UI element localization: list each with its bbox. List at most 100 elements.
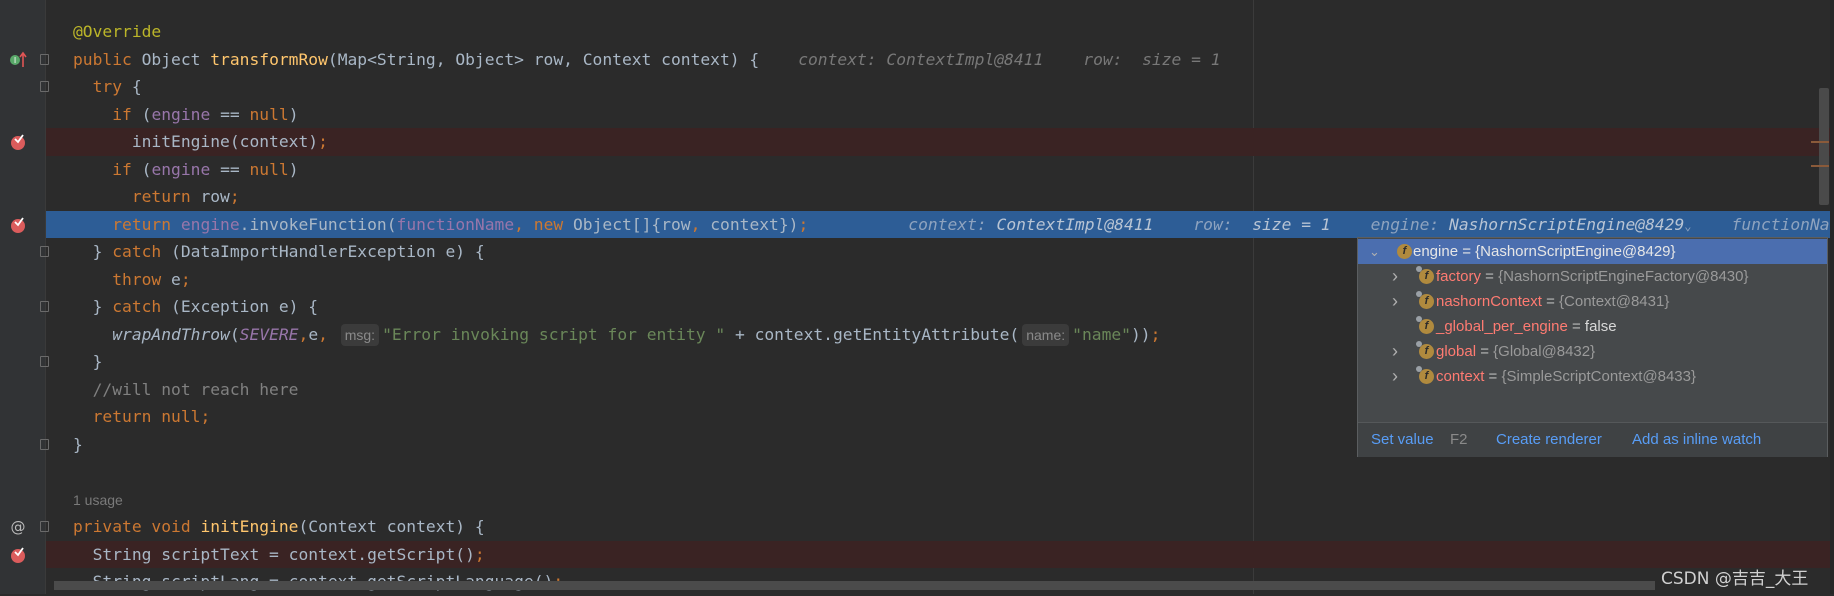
tree-row-nashorncontext[interactable]: › f nashornContext = {Context@8431} [1358,289,1827,314]
code-line[interactable]: return row; [0,183,1830,211]
var-name: nashornContext [1436,293,1542,310]
code-line[interactable]: if (engine == null) [0,156,1830,184]
code-token: ) [288,159,299,179]
inline-debug-value[interactable]: engine: NashornScriptEngine@8429⌄ [1371,215,1692,234]
fold-toggle-icon[interactable] [40,301,49,312]
code-line[interactable]: initEngine(context); [46,128,1830,156]
fold-toggle-icon[interactable] [40,53,49,65]
chevron-right-icon[interactable]: › [1392,339,1398,364]
debug-var-label: context: [798,49,887,69]
horizontal-scrollbar[interactable] [54,581,1655,590]
code-token: private void [73,517,201,536]
inline-debug-value[interactable]: context: ContextImpl@8411 [908,215,1153,234]
code-token: (Map<String, Object> row, Context contex… [327,49,760,69]
create-renderer-link[interactable]: Create renderer [1496,423,1602,457]
code-text: } catch (DataImportHandlerException e) { [73,238,485,266]
var-name: factory [1436,268,1482,285]
tree-row--global-per-engine[interactable]: f _global_per_engine = false [1358,314,1827,339]
code-token: row [200,187,230,206]
fold-toggle-icon[interactable] [40,521,49,532]
inline-debug-value[interactable]: context: ContextImpl@8411 [798,50,1043,69]
code-line[interactable]: @Override [0,18,1830,46]
tree-row-global[interactable]: › f global = {Global@8432} [1358,339,1827,364]
equals: = [1567,318,1585,335]
code-token: //will not reach here [92,379,299,399]
code-text: if (engine == null) [73,101,298,129]
vertical-scrollbar[interactable] [1819,88,1829,205]
code-token: , new [514,214,573,234]
inline-debug-value[interactable]: row: size = 1 [1083,50,1220,69]
debug-var-value: ContextImpl@8411 [996,214,1154,234]
breakpoint-icon[interactable] [9,133,27,151]
tree-row-context[interactable]: › f context = {SimpleScriptContext@8433} [1358,364,1827,389]
code-text: private void initEngine(Context context)… [73,513,485,541]
code-line[interactable]: private void initEngine(Context context)… [0,513,1830,541]
svg-text:I: I [14,56,16,65]
code-token: { [131,77,142,96]
variable-inspect-popup[interactable]: ⌄ f engine = {NashornScriptEngine@8429} … [1357,237,1828,457]
code-token: if [112,104,142,124]
code-token: wrapAndThrow [112,324,230,344]
fold-toggle-icon[interactable] [40,81,49,92]
code-line[interactable]: return engine.invokeFunction(functionNam… [46,210,1830,238]
inline-debug-value[interactable]: functionNa [1732,215,1830,234]
fold-toggle-icon[interactable] [40,356,49,367]
code-token: e [171,269,181,289]
field-icon: f [1416,316,1434,334]
code-line[interactable]: 1 usage [0,486,1830,514]
fold-toggle-icon[interactable] [40,438,49,450]
implements-at-icon[interactable]: @ [9,518,27,536]
field-icon: f [1397,244,1412,259]
tree-row-factory[interactable]: › f factory = {NashornScriptEngineFactory@… [1358,264,1827,289]
override-method-icon[interactable]: I [9,51,27,69]
debug-var-value: size = 1 [1252,214,1331,234]
field-icon: f [1416,291,1434,309]
chevron-right-icon[interactable]: › [1392,289,1398,314]
breakpoint-marker[interactable] [1811,165,1829,167]
code-token: if [112,159,142,179]
chevron-down-icon[interactable]: ⌄ [1684,219,1691,233]
shortcut-f2: F2 [1450,431,1468,448]
editor-edge [1830,0,1834,594]
code-token: return [131,187,201,206]
code-token: )) [1130,324,1151,344]
breakpoint-marker[interactable] [1811,141,1829,143]
code-text: wrapAndThrow(SEVERE,e, msg: "Error invoki… [73,321,1160,349]
code-token: return [112,214,181,234]
tree-row-engine[interactable]: ⌄ f engine = {NashornScriptEngine@8429} [1358,239,1827,264]
chevron-right-icon[interactable]: › [1392,364,1398,389]
add-inline-watch-link[interactable]: Add as inline watch [1632,423,1761,457]
code-text: return row; [73,183,240,211]
code-token: } [73,297,113,316]
chevron-right-icon[interactable]: › [1392,264,1398,289]
code-text: @Override [73,18,161,46]
code-token: engine [151,104,211,124]
var-value: {Global@8432} [1493,343,1596,360]
breakpoint-icon[interactable] [9,546,27,564]
code-line[interactable]: if (engine == null) [0,101,1830,129]
set-value-link[interactable]: Set value [1371,423,1434,457]
parameter-hint: name: [1022,323,1070,346]
code-token: functionName [396,214,515,234]
field-icon: f [1416,366,1434,384]
inline-debug-value[interactable]: row: size = 1 [1193,215,1330,234]
usages-link[interactable]: 1 usage [73,492,123,508]
chevron-down-icon[interactable]: ⌄ [1369,239,1380,264]
code-token: } [73,242,113,261]
code-token: , [298,324,309,344]
code-line[interactable] [0,458,1830,486]
breakpoint-icon[interactable] [9,216,27,234]
code-token: initEngine [200,517,299,536]
code-line[interactable]: String scriptText = context.getScript(); [46,540,1830,568]
var-value: {NashornScriptEngine@8429} [1475,243,1676,260]
code-token: String scriptText = context.getScript() [73,544,475,564]
fold-toggle-icon[interactable] [40,246,49,257]
watermark: CSDN @吉吉_大王 [1661,569,1809,589]
code-line[interactable]: public Object transformRow(Map<String, O… [0,46,1830,74]
code-token: "Error invoking script for entity " [382,324,726,344]
code-token: ; [180,269,191,289]
debug-var-label: engine: [1370,214,1450,234]
code-line[interactable]: try { [0,73,1830,101]
